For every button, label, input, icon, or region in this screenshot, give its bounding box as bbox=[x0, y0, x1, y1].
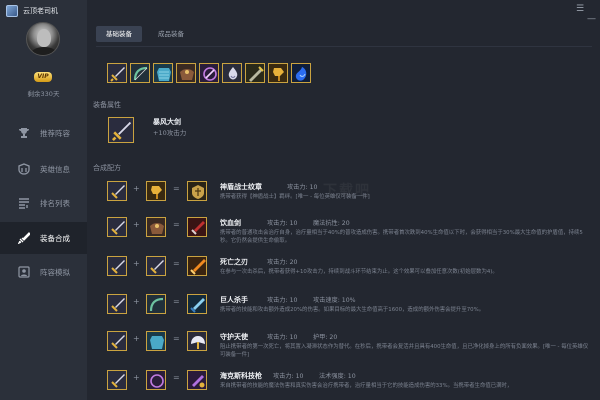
recipe-name: 守护天使 bbox=[220, 333, 248, 341]
minimize-icon[interactable]: — bbox=[587, 14, 596, 24]
recipe-input-spatula-icon bbox=[146, 181, 166, 201]
recipe-stat: 攻击力: 10 bbox=[287, 184, 318, 191]
recipe-row[interactable]: + = 饮血剑 攻击力: 10 魔法抗性: 20 携带者的普通攻击会治疗自身，治… bbox=[107, 217, 592, 253]
recipe-row[interactable]: + = 死亡之刃 攻击力: 20 在参与一次击杀后，携带者获得+10攻击力，持续… bbox=[107, 256, 592, 292]
recipe-stat: 法术强度: 10 bbox=[319, 373, 356, 380]
recipe-stat: 护甲: 20 bbox=[313, 334, 338, 341]
recipe-stat: 攻击力: 10 bbox=[267, 334, 298, 341]
nav-item-lineup-simulator[interactable]: 阵容模拟 bbox=[0, 256, 87, 288]
recipe-input-sword-icon bbox=[107, 370, 127, 390]
recipe-description: 来自携带者的技能的魔法伤害和真实伤害会治疗携带者，治疗量相当于它的技能造成伤害的… bbox=[220, 383, 513, 389]
recipe-input-sword-icon bbox=[107, 181, 127, 201]
recipe-row[interactable]: + = 巨人杀手 攻击力: 10 攻击速度: 10% 携带者的技能和攻击额外造成… bbox=[107, 294, 592, 330]
item-giants-belt-icon[interactable] bbox=[245, 63, 265, 83]
nav-item-item-crafting[interactable]: 装备合成 bbox=[0, 222, 87, 254]
recipe-result-guardian-angel-icon bbox=[187, 331, 207, 351]
recipe-input-cloak-icon bbox=[146, 217, 166, 237]
menu-icon[interactable]: ☰ bbox=[576, 4, 584, 14]
list-icon bbox=[17, 196, 31, 210]
item-recurve-bow-icon[interactable] bbox=[130, 63, 150, 83]
recipe-input-bow-icon bbox=[146, 294, 166, 314]
helmet-icon bbox=[17, 162, 31, 176]
trophy-icon bbox=[17, 126, 31, 140]
recipe-description: 阻止携带者的第一次死亡，将其置入凝滞状态作为替代。在秒后，携带者会复活并且具有4… bbox=[220, 344, 589, 358]
recipe-result-deathblade-icon bbox=[187, 256, 207, 276]
recipe-stat: 攻击速度: 10% bbox=[313, 297, 356, 304]
item-chain-vest-icon[interactable] bbox=[153, 63, 173, 83]
recipe-stat: 攻击力: 20 bbox=[267, 259, 298, 266]
vip-badge: VIP bbox=[34, 72, 52, 82]
tab-basic-items[interactable]: 基础装备 bbox=[96, 26, 142, 42]
recipe-input-sword-icon bbox=[107, 217, 127, 237]
recipe-input-sword-icon bbox=[107, 256, 127, 276]
person-icon bbox=[17, 265, 31, 279]
item-attributes-heading: 装备属性 bbox=[93, 101, 121, 109]
recipe-name: 巨人杀手 bbox=[220, 296, 248, 304]
app-window: 云顶老司机 VIP 剩余330天 推荐阵容 英雄信息 排名列表 装备合成 阵容模… bbox=[0, 0, 600, 400]
recipe-input-rod-icon bbox=[146, 370, 166, 390]
recipe-input-sword-icon bbox=[107, 294, 127, 314]
app-title: 云顶老司机 bbox=[23, 7, 58, 15]
title-bar: 云顶老司机 bbox=[0, 0, 87, 22]
recipe-input-sword-icon bbox=[146, 256, 166, 276]
vip-days-remaining: 剩余330天 bbox=[27, 90, 60, 98]
divider bbox=[96, 46, 592, 47]
avatar[interactable] bbox=[26, 22, 60, 56]
item-gloves-icon[interactable] bbox=[291, 63, 311, 83]
tab-bar: 基础装备 成品装备 bbox=[96, 26, 200, 42]
recipe-name: 饮血剑 bbox=[220, 219, 241, 227]
recipe-result-giant-slayer-icon bbox=[187, 294, 207, 314]
app-logo-icon bbox=[6, 5, 18, 17]
recipe-description: 携带者的技能和攻击额外造成20%的伤害。如果目标的最大生命值高于1600，造成的… bbox=[220, 307, 485, 313]
recipe-stat: 攻击力: 10 bbox=[267, 297, 298, 304]
item-tear-icon[interactable] bbox=[222, 63, 242, 83]
item-bf-sword-icon[interactable] bbox=[107, 63, 127, 83]
recipe-stat: 魔法抗性: 20 bbox=[313, 220, 350, 227]
item-rod-icon[interactable] bbox=[199, 63, 219, 83]
recipe-description: 携带者的普通攻击会治疗自身，治疗量相当于40%的普攻造成伤害。携带者首次跌到40… bbox=[220, 230, 583, 244]
selected-item-name: 暴风大剑 bbox=[153, 118, 181, 126]
tab-finished-items[interactable]: 成品装备 bbox=[148, 26, 194, 42]
nav-item-recommended-lineups[interactable]: 推荐阵容 bbox=[0, 117, 87, 149]
sword-icon bbox=[17, 231, 31, 245]
nav-item-ranking-list[interactable]: 排名列表 bbox=[0, 187, 87, 219]
basic-item-list bbox=[107, 63, 314, 83]
recipe-name: 神盾战士纹章 bbox=[220, 183, 262, 191]
recipe-stat: 攻击力: 10 bbox=[267, 220, 298, 227]
recipe-result-hextech-gunblade-icon bbox=[187, 370, 207, 390]
recipe-row[interactable]: + = 守护天使 攻击力: 10 护甲: 20 阻止携带者的第一次死亡，将其置入… bbox=[107, 331, 592, 367]
recipe-result-bloodthirster-icon bbox=[187, 217, 207, 237]
recipes-heading: 合成配方 bbox=[93, 164, 121, 172]
recipe-name: 死亡之刃 bbox=[220, 258, 248, 266]
selected-item-stat: +10攻击力 bbox=[153, 129, 187, 137]
item-negatron-cloak-icon[interactable] bbox=[176, 63, 196, 83]
recipe-stat: 攻击力: 10 bbox=[273, 373, 304, 380]
recipe-description: 在参与一次击杀后，携带者获得+10攻击力，持续到战斗环节结束为止。这个效果可以叠… bbox=[220, 269, 498, 275]
nav-item-hero-info[interactable]: 英雄信息 bbox=[0, 153, 87, 185]
main-panel: ☰ — 基础装备 成品装备 装备属性 暴风大剑 +10攻击力 合成配方 + = bbox=[87, 0, 600, 400]
selected-item-sword-icon bbox=[108, 117, 134, 143]
recipe-row[interactable]: + = 海克斯科技枪 攻击力: 10 法术强度: 10 来自携带者的技能的魔法伤… bbox=[107, 370, 592, 400]
recipe-result-emblem-icon bbox=[187, 181, 207, 201]
recipe-name: 海克斯科技枪 bbox=[220, 372, 262, 380]
watermark: 下载吧 bbox=[323, 183, 371, 199]
item-spatula-icon[interactable] bbox=[268, 63, 288, 83]
recipe-description: 携带者获得【神盾战士】羁绊。[唯一 - 每位英雄仅可装备一件] bbox=[220, 194, 370, 200]
sidebar: 云顶老司机 VIP 剩余330天 推荐阵容 英雄信息 排名列表 装备合成 阵容模… bbox=[0, 0, 87, 400]
recipe-input-vest-icon bbox=[146, 331, 166, 351]
recipe-input-sword-icon bbox=[107, 331, 127, 351]
